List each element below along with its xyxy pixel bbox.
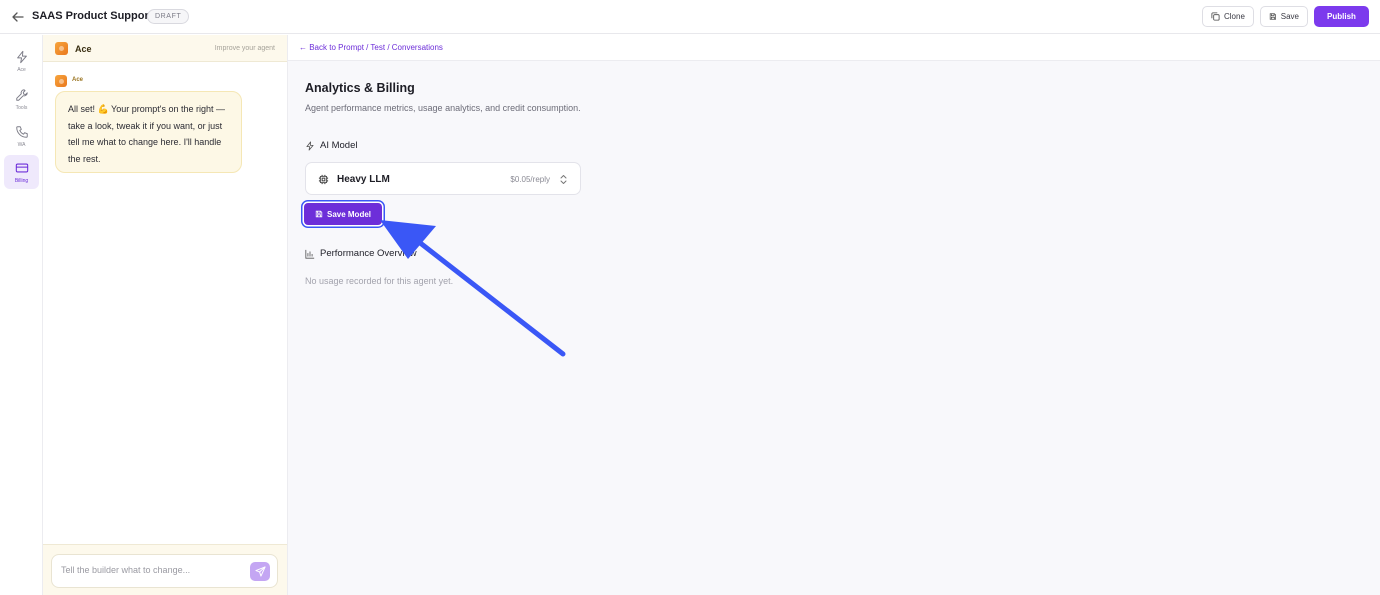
page-subtitle: Agent performance metrics, usage analyti… (305, 103, 581, 113)
composer (51, 554, 278, 588)
back-to-prompt-link[interactable]: ← Back to Prompt / Test / Conversations (299, 43, 443, 52)
top-bar: SAAS Product Support DRAFT Clone Save Pu… (0, 0, 1380, 34)
credit-card-icon (15, 163, 28, 172)
save-label: Save (1280, 12, 1299, 21)
breadcrumb-bar: ← Back to Prompt / Test / Conversations (288, 35, 1380, 61)
builder-message-input[interactable] (61, 565, 241, 575)
send-icon (254, 566, 266, 577)
composer-area (43, 544, 287, 595)
model-name: Heavy LLM (337, 174, 390, 185)
rail-label: Ace (17, 66, 26, 73)
ace-avatar (55, 42, 68, 55)
rail-item-wa[interactable]: WA (4, 119, 39, 153)
save-button[interactable]: Save (1260, 6, 1308, 27)
model-price: $0.05/reply (510, 175, 550, 184)
page-title: Analytics & Billing (305, 81, 415, 95)
agent-name: Ace (75, 44, 92, 54)
agent-title: SAAS Product Support (32, 10, 153, 22)
rail-item-ace[interactable]: Ace (4, 44, 39, 78)
ai-model-heading: AI Model (305, 140, 358, 151)
status-badge: DRAFT (147, 9, 190, 24)
rail-label: Billing (14, 177, 29, 184)
chat-header: Ace Improve your agent (43, 35, 287, 62)
assistant-message: All set! 💪 Your prompt's on the right — … (55, 91, 242, 173)
performance-heading: Performance Overview (305, 248, 417, 259)
rail-item-tools[interactable]: Tools (4, 82, 39, 116)
left-rail: Ace Tools WA Billing (0, 35, 43, 595)
empty-state-text: No usage recorded for this agent yet. (305, 276, 454, 286)
main-content: ← Back to Prompt / Test / Conversations … (288, 35, 1380, 595)
message-author: Ace (72, 77, 84, 83)
clone-label: Clone (1224, 12, 1245, 21)
message-avatar (55, 75, 67, 87)
improve-agent-link[interactable]: Improve your agent (215, 45, 275, 52)
floppy-icon (1269, 13, 1276, 20)
clone-button[interactable]: Clone (1202, 6, 1254, 27)
rail-label: WA (17, 141, 26, 148)
rail-item-billing[interactable]: Billing (4, 155, 39, 189)
rail-label: Tools (15, 104, 28, 111)
floppy-icon (315, 210, 323, 218)
save-model-button[interactable]: Save Model (304, 203, 382, 225)
wrench-icon (15, 88, 28, 101)
save-model-label: Save Model (326, 209, 371, 219)
send-button[interactable] (250, 562, 270, 581)
ai-model-heading-label: AI Model (320, 140, 358, 151)
back-arrow-icon[interactable] (10, 9, 26, 25)
bolt-icon (16, 50, 27, 63)
bar-chart-icon (305, 249, 315, 259)
cpu-chip-icon (318, 174, 329, 185)
chevron-up-down-icon (560, 175, 567, 184)
phone-icon (15, 125, 28, 138)
performance-heading-label: Performance Overview (320, 248, 417, 259)
publish-button[interactable]: Publish (1314, 6, 1369, 27)
builder-chat-panel: Ace Improve your agent Ace All set! 💪 Yo… (43, 35, 288, 595)
model-select[interactable]: Heavy LLM $0.05/reply (305, 162, 581, 195)
bolt-icon (306, 141, 314, 150)
copy-icon (1211, 12, 1220, 21)
